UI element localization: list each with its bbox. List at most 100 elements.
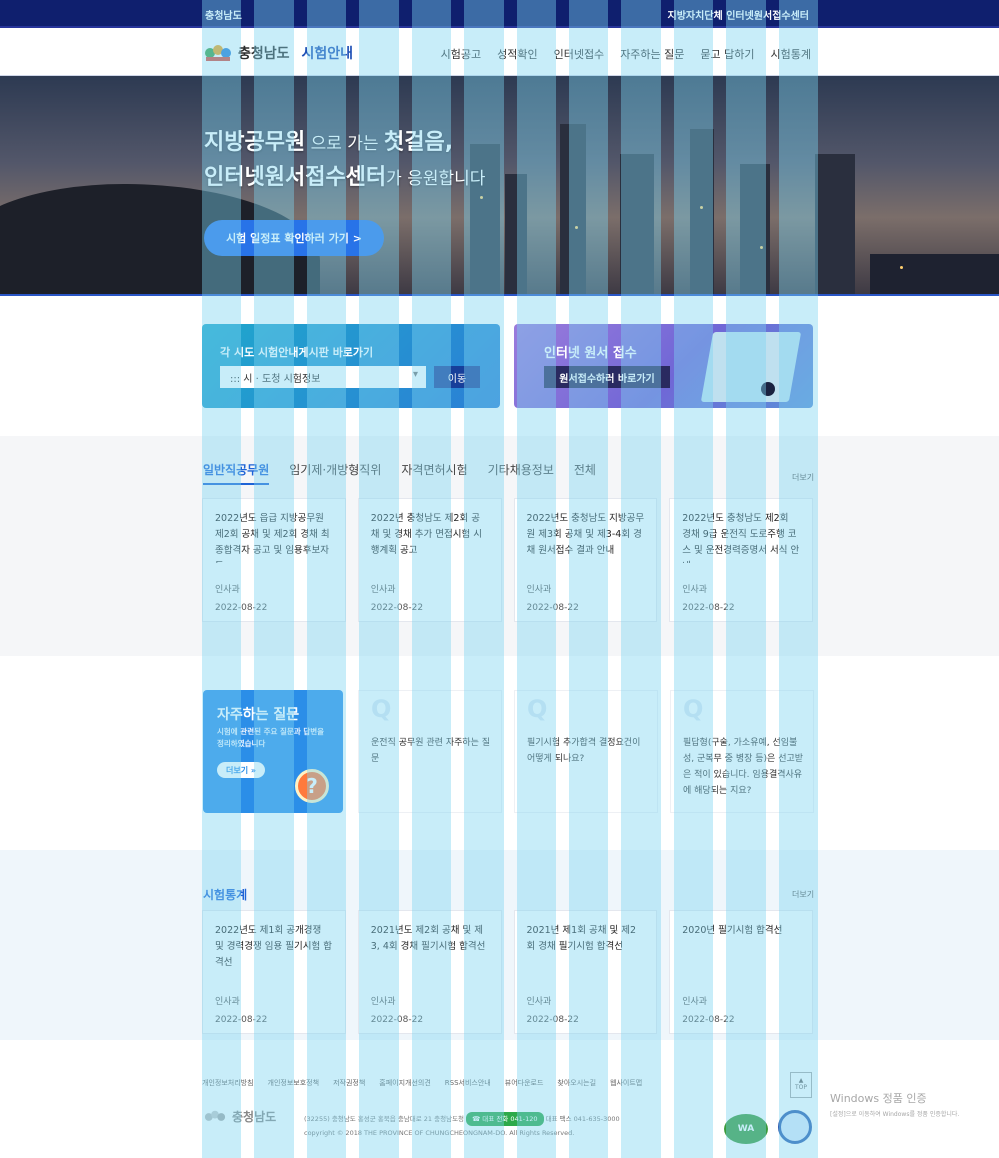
faq-question: 필기시험 추가합격 결정요건이 어떻게 되나요?: [527, 738, 641, 764]
notice-card-meta: 인사과 2022-08-22: [371, 581, 423, 617]
header: 충청남도 시험안내 시험공고 성적확인 인터넷접수 자주하는 질문 묻고 답하기…: [0, 28, 999, 76]
stats-card-title: 2021년 제1회 공채 및 제2회 경채 필기시험 합격선: [526, 925, 637, 952]
q-icon: Q: [527, 695, 548, 723]
hero-building: [620, 154, 654, 294]
stats-card-date: 2022-08-22: [526, 1015, 579, 1025]
tab-license[interactable]: 자격면허시험: [401, 461, 467, 485]
notice-card-meta: 인사과 2022-08-22: [527, 581, 579, 617]
notice-card[interactable]: 2022년 충청남도 제2회 공채 및 경채 추가 면접시험 시행계획 공고 인…: [357, 498, 502, 622]
footer-link[interactable]: 찾아오시는길: [557, 1078, 596, 1088]
notice-card[interactable]: 2022년도 읍급 지방공무원 제2회 공채 및 제2회 경채 최종합격자 공고…: [202, 498, 346, 622]
stats-more-link[interactable]: 더보기: [792, 889, 814, 900]
footer-call: ☎ 대표 전화 041-120: [466, 1112, 544, 1126]
stats-card-title: 2022년도 제1회 공개경쟁 및 경력경쟁 임용 필기시험 합격선: [215, 925, 332, 968]
tab-general[interactable]: 일반직공무원: [203, 461, 270, 485]
footer-logo-name: 충청남도: [232, 1110, 277, 1124]
province-logo-icon: [205, 45, 231, 61]
stats-title[interactable]: 시험통계: [203, 886, 247, 903]
top-bar-left[interactable]: 충청남도: [205, 7, 242, 22]
tab-other[interactable]: 기타채용정보: [488, 461, 554, 485]
notice-card[interactable]: 2022년도 충청남도 지방공무원 제3회 공채 및 제3-4회 경채 원서접수…: [513, 498, 658, 622]
footer-link[interactable]: 웹사이트맵: [610, 1078, 642, 1088]
stats-card[interactable]: 2022년도 제1회 공개경쟁 및 경력경쟁 임용 필기시험 합격선 인사과 20…: [202, 910, 346, 1034]
certification-seal-icon[interactable]: [778, 1110, 812, 1144]
scroll-top-button[interactable]: ▲ TOP: [790, 1072, 812, 1098]
faq-title: 자주하는 질문: [217, 707, 300, 723]
notice-card-meta: 인사과 2022-08-22: [215, 581, 267, 617]
stats-cards: 2022년도 제1회 공개경쟁 및 경력경쟁 임용 필기시험 합격선 인사과 20…: [202, 910, 813, 1034]
q-icon: Q: [683, 695, 704, 723]
footer-link[interactable]: 저작권정책: [333, 1078, 365, 1088]
nav-qna[interactable]: 묻고 답하기: [700, 46, 754, 62]
q-icon: Q: [371, 695, 392, 723]
notice-card-date: 2022-08-22: [215, 603, 268, 613]
footer-link[interactable]: 개인정보보호정책: [268, 1078, 320, 1088]
question-mark-icon: ?: [295, 769, 329, 803]
hero-line2-thin: 가 응원합니다: [386, 169, 486, 189]
notice-more-link[interactable]: 더보기: [792, 472, 814, 483]
nav-apply[interactable]: 인터넷접수: [554, 46, 605, 62]
stats-card-meta: 인사과 2022-08-22: [682, 993, 734, 1029]
nav-stats[interactable]: 시험통계: [771, 46, 811, 62]
footer-link[interactable]: RSS서비스안내: [445, 1078, 491, 1088]
hero-building: [560, 124, 586, 294]
watermark-line1: Windows 정품 인증: [830, 1092, 927, 1105]
notice-card-date: 2022-08-22: [526, 603, 579, 613]
faq-banner: 자주하는 질문 시험에 관련된 주요 질문과 답변을 정리하였습니다 더보기 »…: [203, 690, 343, 813]
laptop-illustration: [700, 332, 802, 402]
faq-card[interactable]: Q 필기시험 추가합격 결정요건이 어떻게 되나요?: [514, 690, 658, 813]
city-light: [575, 226, 578, 229]
site-logo[interactable]: 충청남도 시험안내: [204, 43, 353, 63]
chevron-down-icon: ▾: [412, 369, 418, 380]
notice-card-title: 2022년도 읍급 지방공무원 제2회 공채 및 제2회 경채 최종합격자 공고…: [215, 513, 330, 563]
notice-card-dept: 인사과: [370, 585, 396, 595]
hero-building: [690, 129, 714, 294]
city-light: [900, 266, 903, 269]
faq-desc: 시험에 관련된 주요 질문과 답변을 정리하였습니다: [217, 727, 325, 748]
footer-link[interactable]: 뷰어다운로드: [505, 1078, 544, 1088]
decor-dot: [761, 382, 775, 396]
hero-line1-end: 첫걸음,: [383, 130, 454, 155]
tab-all[interactable]: 전체: [574, 461, 596, 485]
stats-card-date: 2022-08-22: [370, 1015, 424, 1025]
notice-card-meta: 인사과 2022-08-22: [682, 581, 734, 617]
sido-go-button[interactable]: 이동: [434, 366, 480, 388]
notice-card-date: 2022-08-22: [370, 603, 424, 613]
top-bar-right[interactable]: 지방자치단체 인터넷원서접수센터: [668, 7, 809, 22]
web-accessibility-badge[interactable]: WA: [724, 1114, 768, 1144]
nav-score[interactable]: 성적확인: [497, 46, 537, 62]
sido-title: 각 시도 시험안내게시판 바로가기: [220, 346, 374, 359]
stats-card[interactable]: 2020년 필기시험 합격선 인사과 2022-08-22: [669, 910, 813, 1034]
footer-link[interactable]: 개인정보처리방침: [202, 1078, 254, 1088]
main-nav: 시험공고 성적확인 인터넷접수 자주하는 질문 묻고 답하기 시험통계: [441, 46, 811, 62]
sido-select[interactable]: ::: 시 · 도청 시험정보 ▾: [220, 366, 426, 388]
scroll-top-label: TOP: [794, 1084, 807, 1091]
faq-question: 운전직 공무원 관련 자주하는 질문: [371, 738, 491, 764]
notice-card-dept: 인사과: [682, 585, 708, 595]
sido-quick-box: 각 시도 시험안내게시판 바로가기 ::: 시 · 도청 시험정보 ▾ 이동: [202, 324, 500, 408]
stats-card-dept: 인사과: [215, 997, 240, 1007]
hero-building: [870, 254, 999, 294]
stats-card-meta: 인사과 2022-08-22: [527, 993, 579, 1029]
footer-logo: 충청남도: [204, 1108, 276, 1125]
nav-faq[interactable]: 자주하는 질문: [620, 46, 684, 62]
faq-more-button[interactable]: 더보기 »: [217, 762, 265, 778]
stats-card-dept: 인사과: [370, 997, 396, 1007]
sido-select-value: ::: 시 · 도청 시험정보: [230, 374, 321, 385]
stats-card[interactable]: 2021년도 제2회 공채 및 제3, 4회 경채 필기시험 합격선 인사과 20…: [357, 910, 502, 1034]
footer-link[interactable]: 홈페이지개선의견: [379, 1078, 431, 1088]
stats-card-dept: 인사과: [682, 997, 708, 1007]
nav-exam-notice[interactable]: 시험공고: [441, 46, 481, 62]
tab-fixed-term[interactable]: 임기제·개방형직위: [289, 461, 381, 485]
logo-name: 충청남도: [238, 46, 290, 62]
stats-card[interactable]: 2021년 제1회 공채 및 제2회 경채 필기시험 합격선 인사과 2022-0…: [513, 910, 658, 1034]
stats-card-meta: 인사과 2022-08-22: [371, 993, 423, 1029]
notice-card[interactable]: 2022년도 충청남도 제2회 경채 9급 운전직 도로주행 코스 및 운전경력…: [669, 498, 813, 622]
faq-card[interactable]: Q 운전직 공무원 관련 자주하는 질문: [358, 690, 502, 813]
exam-schedule-button[interactable]: 시험 일정표 확인하러 가기 >: [204, 220, 384, 256]
faq-question: 필답형(구술, 가소유예, 선임불성, 군복무 중 병장 등)은 선고받은 적이…: [683, 738, 804, 796]
faq-card[interactable]: Q 필답형(구술, 가소유예, 선임불성, 군복무 중 병장 등)은 선고받은 …: [670, 690, 814, 813]
hero-building: [815, 154, 855, 294]
apply-now-button[interactable]: 원서접수하러 바로가기: [544, 366, 670, 388]
hero-line1-strong: 지방공무원: [204, 130, 306, 155]
